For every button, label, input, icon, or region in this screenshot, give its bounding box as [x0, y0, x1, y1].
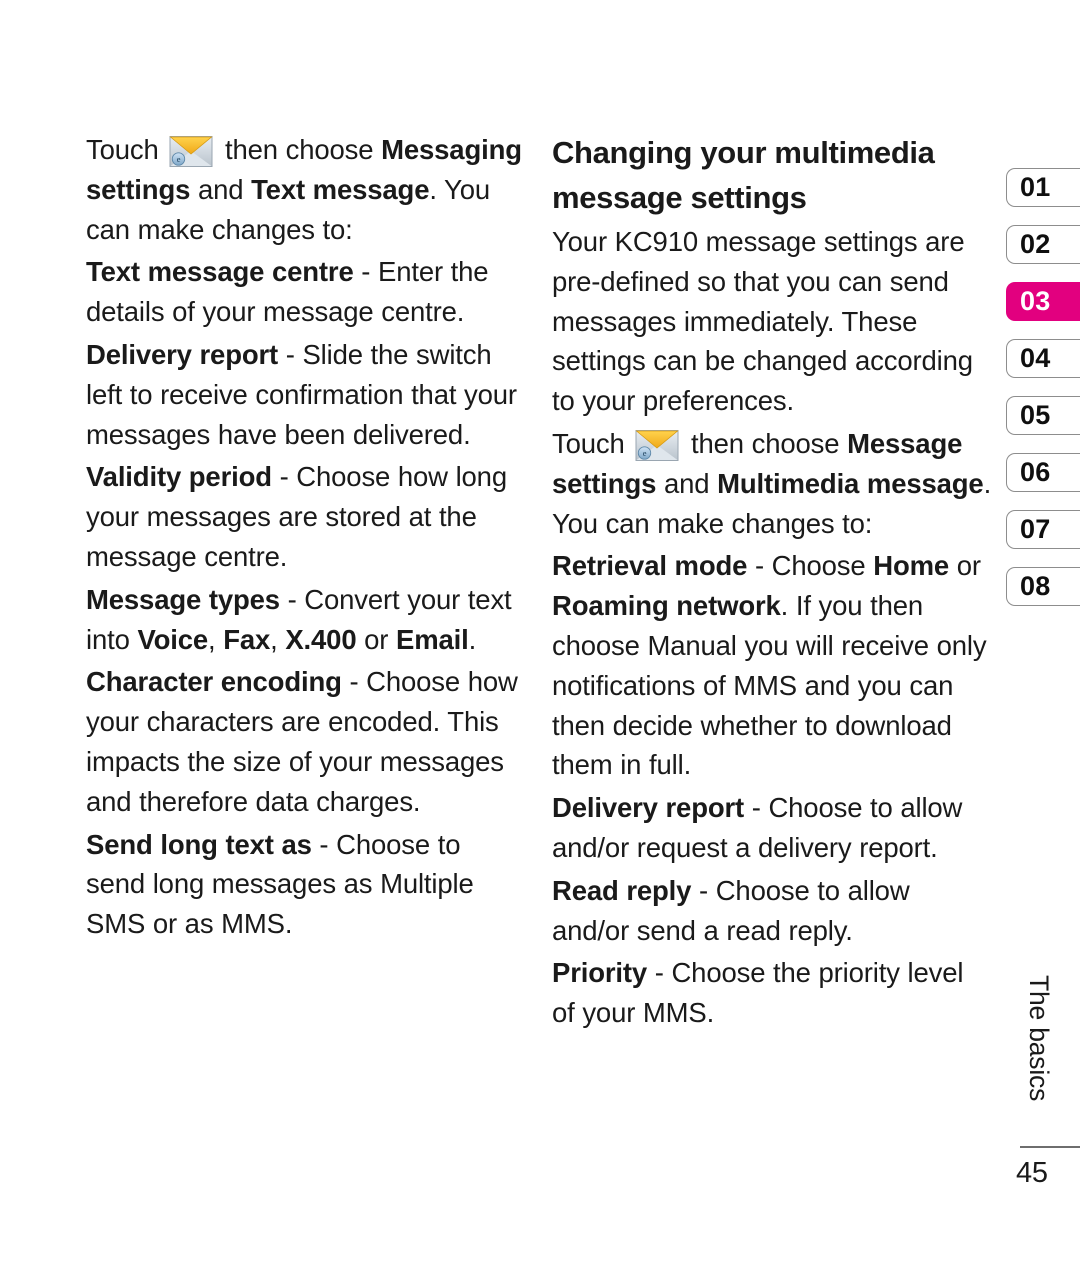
paragraph-validity-period: Validity period - Choose how long your m… [86, 457, 526, 576]
setting-name: Validity period [86, 461, 272, 493]
envelope-icon: e [635, 429, 679, 462]
paragraph-touch-messaging-settings: Touch e then choose Messaging settings a… [86, 130, 526, 249]
body-text: , [270, 623, 286, 655]
paragraph-touch-message-settings: Touch e then choose Message settings and… [552, 424, 992, 543]
setting-name: Priority [552, 957, 648, 989]
setting-name: Retrieval mode [552, 550, 748, 582]
chapter-tab-label: 04 [1020, 342, 1051, 373]
setting-name: Text message centre [86, 256, 354, 288]
chapter-tab-04[interactable]: 04 [1006, 339, 1080, 378]
setting-name: Voice [137, 623, 209, 655]
setting-name: Character encoding [86, 666, 342, 698]
setting-name: Roaming network [552, 590, 781, 622]
chapter-tab-08[interactable]: 08 [1006, 567, 1080, 606]
body-text: Touch [86, 134, 167, 165]
setting-name: Multimedia message [717, 467, 984, 499]
section-heading: Changing your multimedia message setting… [552, 135, 935, 215]
chapter-tab-label: 03 [1020, 285, 1051, 316]
paragraph-delivery-report-sms: Delivery report - Slide the switch left … [86, 335, 526, 454]
paragraph-message-types: Message types - Convert your text into V… [86, 580, 526, 660]
body-text: or [356, 623, 397, 655]
body-text: or [949, 550, 981, 582]
body-text: Touch [552, 427, 633, 459]
setting-name: Read reply [552, 874, 692, 906]
paragraph-read-reply: Read reply - Choose to allow and/or send… [552, 871, 992, 951]
body-text: and [656, 467, 718, 499]
text-column-left: Touch e then choose Messaging settings a… [86, 130, 526, 945]
page-number: 45 [1016, 1157, 1048, 1189]
envelope-icon: e [169, 135, 213, 168]
setting-name: Delivery report [552, 792, 745, 824]
section-label: The basics [1024, 975, 1054, 1102]
chapter-tab-strip: 01 02 03 04 05 06 07 08 [1006, 168, 1080, 624]
chapter-tab-03[interactable]: 03 [1006, 282, 1080, 321]
right-column-body: Your KC910 message settings are pre-defi… [552, 222, 992, 1033]
paragraph-send-long-text-as: Send long text as - Choose to send long … [86, 825, 526, 944]
manual-page: Touch e then choose Messaging settings a… [0, 0, 1080, 1263]
svg-text:e: e [177, 154, 181, 164]
paragraph-mms-intro: Your KC910 message settings are pre-defi… [552, 222, 992, 421]
body-text: then choose [217, 134, 382, 165]
chapter-tab-label: 01 [1020, 171, 1051, 202]
setting-name: Email [396, 623, 469, 655]
text-column-right: Changing your multimedia message setting… [552, 130, 992, 1034]
chapter-tab-05[interactable]: 05 [1006, 396, 1080, 435]
paragraph-priority: Priority - Choose the priority level of … [552, 953, 992, 1033]
body-text: - Choose [747, 550, 874, 582]
body-text: , [208, 623, 224, 655]
footer-divider [1020, 1146, 1080, 1148]
setting-name: Fax [223, 623, 271, 655]
setting-name: Message types [86, 583, 280, 615]
setting-name: Home [873, 550, 950, 582]
setting-name: X.400 [285, 623, 357, 655]
chapter-tab-label: 07 [1020, 513, 1051, 544]
body-text: and [190, 173, 252, 205]
setting-name: Send long text as [86, 828, 312, 860]
chapter-tab-06[interactable]: 06 [1006, 453, 1080, 492]
chapter-tab-label: 05 [1020, 399, 1051, 430]
body-text: . [468, 623, 477, 655]
chapter-tab-label: 06 [1020, 456, 1051, 487]
chapter-tab-label: 08 [1020, 570, 1051, 601]
chapter-tab-02[interactable]: 02 [1006, 225, 1080, 264]
setting-name: Text message [251, 173, 430, 205]
paragraph-delivery-report-mms: Delivery report - Choose to allow and/or… [552, 788, 992, 868]
body-text: then choose [683, 427, 848, 459]
svg-text:e: e [643, 448, 647, 458]
chapter-tab-07[interactable]: 07 [1006, 510, 1080, 549]
paragraph-character-encoding: Character encoding - Choose how your cha… [86, 662, 526, 821]
chapter-tab-01[interactable]: 01 [1006, 168, 1080, 207]
paragraph-text-message-centre: Text message centre - Enter the details … [86, 252, 526, 332]
chapter-tab-label: 02 [1020, 228, 1051, 259]
body-text: Your KC910 message settings are pre-defi… [552, 226, 973, 417]
paragraph-retrieval-mode: Retrieval mode - Choose Home or Roaming … [552, 546, 992, 785]
setting-name: Delivery report [86, 338, 279, 370]
